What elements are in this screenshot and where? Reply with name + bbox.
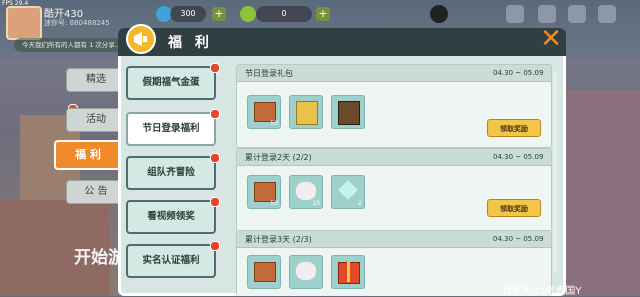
add-beans-button[interactable]: + — [316, 7, 330, 21]
sidebar-item-golden-egg[interactable]: 假期福气金蛋 — [126, 66, 216, 100]
megaphone-icon — [126, 24, 156, 54]
gold-block-icon[interactable] — [289, 95, 323, 129]
item-count: 50 — [270, 120, 278, 127]
notification-dot — [210, 109, 220, 119]
white-pet-icon[interactable]: 10 — [289, 175, 323, 209]
watermark: 百家号/六老表国Y — [502, 286, 582, 297]
gem-icon[interactable]: 2 — [331, 175, 365, 209]
treasure-chest-icon[interactable]: 50 — [247, 95, 281, 129]
row-title: 节日登录礼包 — [245, 69, 293, 78]
gift-box-icon[interactable] — [331, 255, 365, 289]
row-date: 04.30 ~ 05.09 — [493, 153, 544, 161]
add-coins-button[interactable]: + — [212, 7, 226, 21]
mail-icon[interactable] — [568, 5, 586, 23]
notification-dot — [210, 153, 220, 163]
claim-reward-button[interactable]: 领取奖励 — [487, 199, 541, 217]
close-icon[interactable]: ✕ — [538, 26, 564, 52]
bean-count: 0 — [256, 6, 312, 22]
item-count: 2 — [358, 200, 362, 207]
category-featured[interactable]: 精选 — [66, 68, 126, 92]
claim-reward-button[interactable]: 领取奖励 — [487, 119, 541, 137]
row-date: 04.30 ~ 05.09 — [493, 69, 544, 77]
wood-crate-icon[interactable] — [331, 95, 365, 129]
sidebar-item-realname[interactable]: 实名认证福利 — [126, 244, 216, 278]
row-title: 累计登录3天 (2/3) — [245, 235, 312, 244]
bean-icon — [240, 6, 256, 22]
scene-block — [560, 90, 640, 296]
gear-icon[interactable] — [598, 5, 616, 23]
qq-icon[interactable] — [430, 5, 448, 23]
reward-row: 节日登录礼包 04.30 ~ 05.09 50 领取奖励 — [236, 64, 552, 148]
scrollbar[interactable] — [553, 72, 557, 272]
shirt-icon[interactable] — [538, 5, 556, 23]
treasure-chest-icon[interactable]: 50 — [247, 175, 281, 209]
treasure-chest-icon[interactable] — [247, 255, 281, 289]
sidebar-item-video-reward[interactable]: 看视频领奖 — [126, 200, 216, 234]
category-notice[interactable]: 公 告 — [66, 180, 126, 204]
row-title: 累计登录2天 (2/2) — [245, 153, 312, 162]
avatar[interactable] — [6, 6, 42, 40]
white-pet-icon[interactable] — [289, 255, 323, 289]
item-count: 10 — [312, 200, 320, 207]
sidebar-item-holiday-login[interactable]: 节日登录福利 — [126, 112, 216, 146]
category-events[interactable]: 活动 — [66, 108, 126, 132]
row-date: 04.30 ~ 05.09 — [493, 235, 544, 243]
notification-dot — [210, 63, 220, 73]
item-count: 50 — [270, 200, 278, 207]
notification-dot — [210, 241, 220, 251]
reward-row: 累计登录2天 (2/2) 04.30 ~ 05.09 50 10 2 领取奖励 — [236, 148, 552, 232]
user-id: 迷你号: 880488245 — [44, 19, 110, 27]
coin-count: 300 — [170, 6, 206, 22]
notice-bar[interactable]: 今天我们所有的人都有 1 次分享... — [14, 38, 124, 52]
notification-dot — [210, 197, 220, 207]
category-welfare[interactable]: 福 利 — [54, 140, 122, 170]
sidebar-item-team-adventure[interactable]: 组队齐冒险 — [126, 156, 216, 190]
friends-icon[interactable] — [506, 5, 524, 23]
panel-title: 福 利 — [168, 35, 213, 51]
